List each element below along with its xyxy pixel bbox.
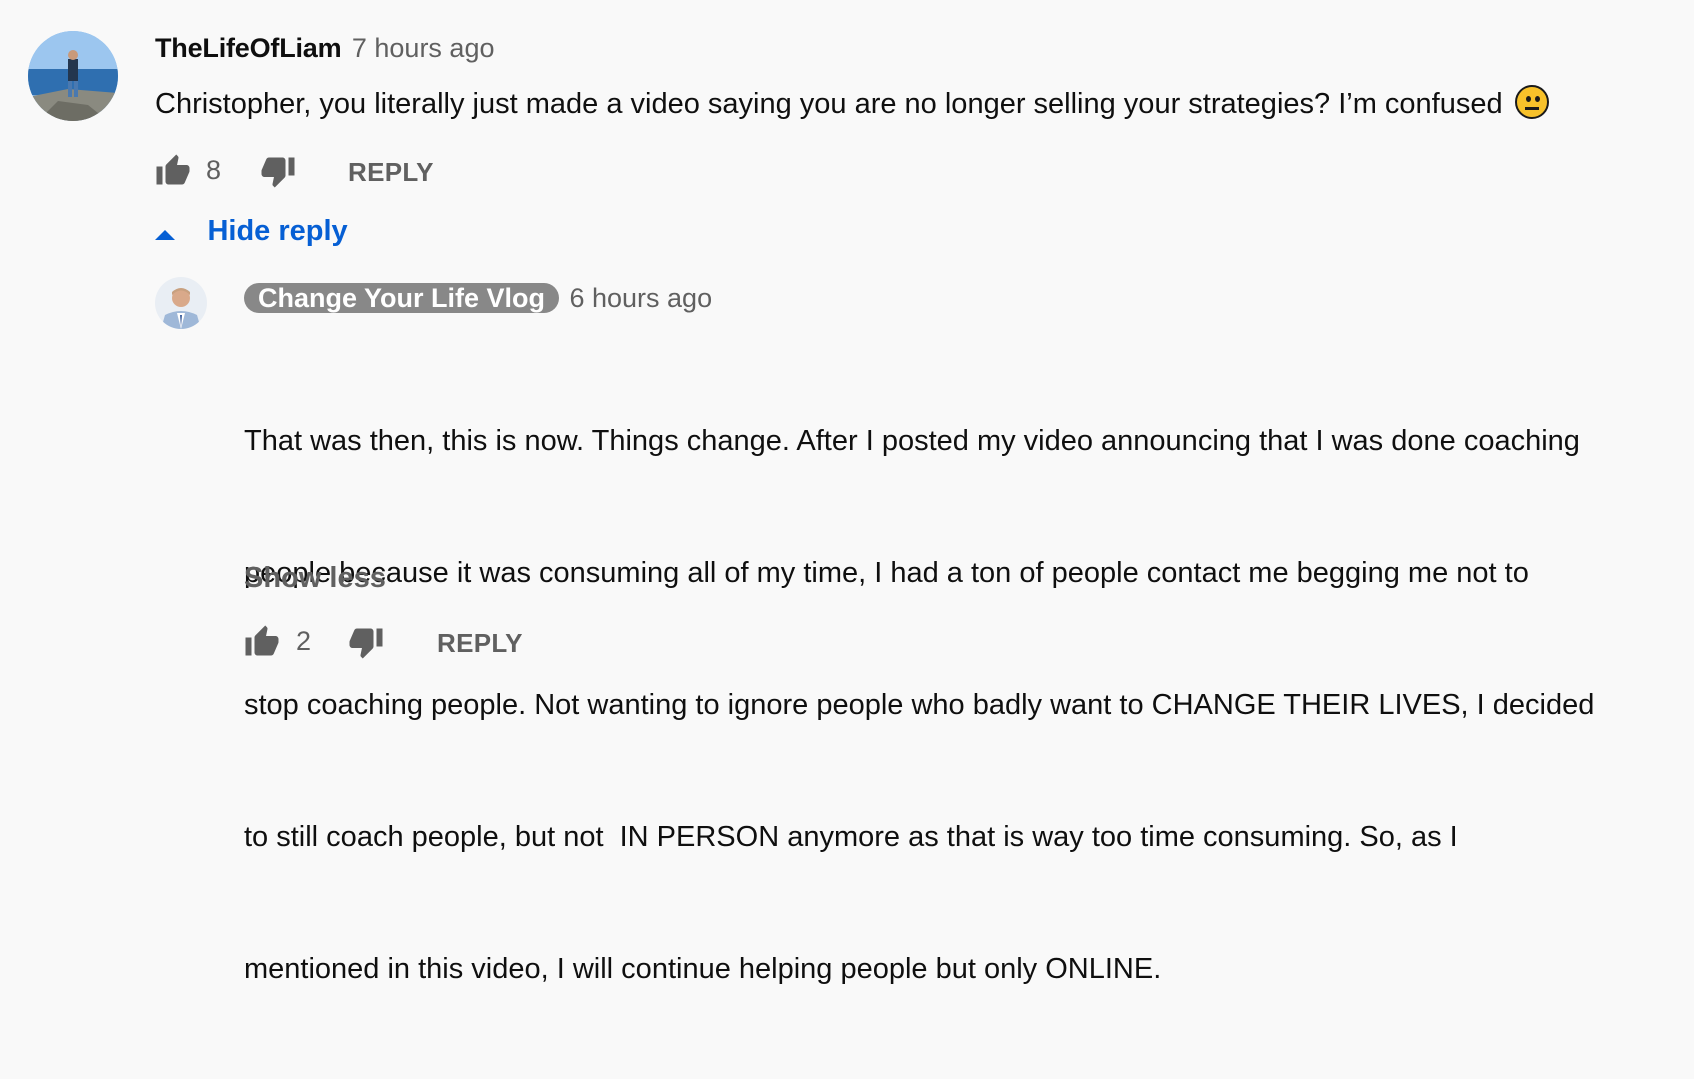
reply-author-avatar[interactable] bbox=[155, 277, 207, 329]
comment-body: Christopher, you literally just made a v… bbox=[155, 88, 1503, 120]
comment-author[interactable]: TheLifeOfLiam bbox=[155, 33, 342, 63]
channel-owner-badge[interactable]: Change Your Life Vlog bbox=[244, 283, 560, 313]
comment-header: TheLifeOfLiam 7 hours ago bbox=[155, 33, 494, 64]
like-thumb-up-icon[interactable] bbox=[155, 153, 191, 194]
dislike-thumb-down-icon[interactable] bbox=[348, 624, 384, 665]
comment-timestamp[interactable]: 7 hours ago bbox=[352, 33, 495, 63]
avatar-photo-person bbox=[155, 277, 207, 329]
reply-text-line: That was then, this is now. Things chang… bbox=[244, 425, 1580, 457]
dislike-thumb-down-icon[interactable] bbox=[260, 153, 296, 194]
reply-timestamp[interactable]: 6 hours ago bbox=[569, 283, 712, 313]
reply-text-line: people because it was consuming all of m… bbox=[244, 557, 1529, 589]
reply-button[interactable]: REPLY bbox=[437, 628, 523, 659]
like-count: 8 bbox=[206, 155, 222, 185]
commenter-avatar[interactable] bbox=[28, 31, 118, 121]
caret-up-icon bbox=[155, 227, 175, 245]
comment-text: Christopher, you literally just made a v… bbox=[155, 82, 1549, 126]
like-count: 2 bbox=[296, 626, 312, 656]
hide-replies-toggle[interactable]: Hide reply bbox=[155, 215, 348, 248]
reply-text-line: to still coach people, but not IN PERSON… bbox=[244, 821, 1458, 853]
reply-text-line: mentioned in this video, I will continue… bbox=[244, 953, 1162, 985]
neutral-face-emoji-icon bbox=[1514, 85, 1549, 119]
hide-reply-label[interactable]: Hide reply bbox=[207, 215, 347, 247]
reply-button[interactable]: REPLY bbox=[348, 157, 434, 188]
show-less-button[interactable]: Show less bbox=[244, 562, 386, 595]
reply-text: That was then, this is now. Things chang… bbox=[244, 331, 1594, 1079]
reply-header: Change Your Life Vlog 6 hours ago bbox=[244, 276, 712, 320]
like-thumb-up-icon[interactable] bbox=[244, 624, 280, 665]
reply-text-line: stop coaching people. Not wanting to ign… bbox=[244, 689, 1595, 721]
avatar-photo-sea bbox=[28, 31, 118, 121]
